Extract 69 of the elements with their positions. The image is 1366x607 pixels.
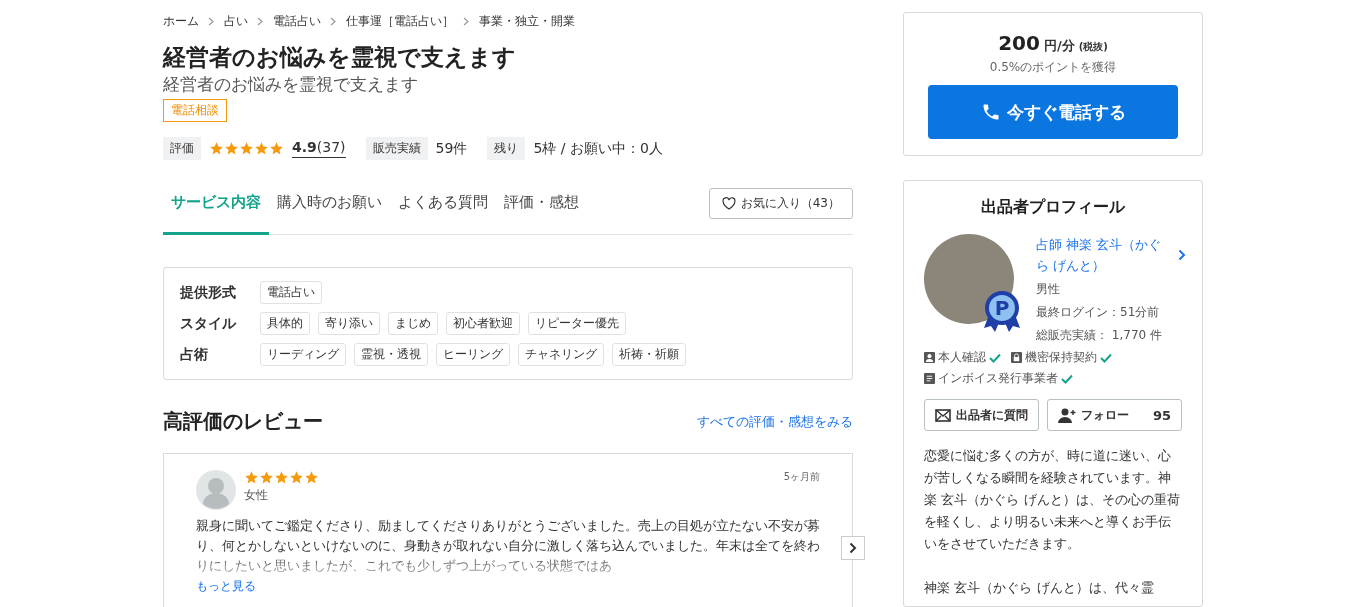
profile-heading: 出品者プロフィール [980, 197, 1126, 218]
reviewer-gender: 女性 [244, 487, 269, 504]
page-title: 経営者のお悩みを霊視で支えます [163, 43, 517, 72]
stat-value: 5枠 / お願い中：0人 [533, 139, 663, 158]
favorite-button[interactable]: お気に入り（43） [708, 187, 853, 219]
feature-label: 占術 [180, 345, 209, 364]
feature-label: 提供形式 [180, 283, 237, 302]
tab[interactable]: 評価・感想 [496, 185, 587, 235]
feature-tag: まじめ [388, 312, 438, 335]
breadcrumb-separator-icon [463, 17, 470, 26]
breadcrumb-separator-icon [330, 17, 337, 26]
stat-label: 残り [487, 137, 526, 160]
stat-label: 販売実績 [365, 137, 428, 160]
ask-seller-button[interactable]: 出品者に質問 [924, 399, 1039, 431]
seller-name-link[interactable]: 占師 神楽 玄斗（かぐら げんと） [1036, 234, 1164, 276]
seller-bio: 神楽 玄斗（かぐら げんと）は、代々霊 [924, 579, 1155, 597]
feature-tag: 電話占い [260, 281, 322, 304]
next-button[interactable] [841, 536, 865, 560]
feature-tag: ヒーリング [436, 343, 510, 366]
feature-tag: チャネリング [518, 343, 604, 366]
price-unit: 円/分 [1043, 37, 1075, 55]
lock-icon [1011, 352, 1022, 363]
feature-tag: 霊視・透視 [354, 343, 428, 366]
tax-note: (税抜) [1078, 40, 1108, 54]
breadcrumb-link[interactable]: 事業・独立・開業 [479, 13, 575, 30]
seller-gender: 男性 [1036, 281, 1061, 298]
tab[interactable]: 購入時のお願い [269, 185, 390, 235]
section-heading: 高評価のレビュー [163, 408, 323, 435]
person-icon [924, 352, 935, 363]
envelope-icon [935, 408, 951, 422]
call-button[interactable]: 今すぐ電話する [928, 85, 1178, 139]
add-person-icon [1058, 407, 1076, 423]
verification-label: 機密保持契約 [1025, 349, 1097, 366]
feature-tag: リーディング [260, 343, 346, 366]
breadcrumb-link[interactable]: ホーム [163, 13, 199, 30]
feature-tag: リピーター優先 [528, 312, 626, 335]
feature-tag: 初心者歓迎 [446, 312, 520, 335]
review-text: 親身に聞いてご鑑定くださり、励ましてくださりありがとうございました。売上の目処が立たない不安が募り、何とかしないといけないのに、身動きが取れない自分に激しく落ち込んでいました。年末は全てを終わりにしたいと思いましたが、これでも少しずつ上がっている状態ではあ [196, 517, 820, 575]
rating-link[interactable]: 4.9(37) [292, 139, 346, 158]
stat-label: 評価 [163, 137, 201, 160]
follow-button[interactable]: フォロー 95 [1047, 399, 1182, 431]
verification-label: 本人確認 [938, 349, 986, 366]
breadcrumb-link[interactable]: 仕事運［電話占い］ [346, 13, 454, 30]
verification-label: インボイス発行事業者 [938, 370, 1058, 387]
feature-label: スタイル [180, 314, 237, 333]
feature-tag: 具体的 [260, 312, 310, 335]
total-sales: 総販売実績： 1,770 件 [1036, 327, 1163, 344]
all-reviews-link[interactable]: すべての評価・感想をみる [697, 412, 853, 431]
breadcrumb-link[interactable]: 占い [224, 13, 248, 30]
stat-value: 59件 [435, 139, 468, 158]
review-time: 5ヶ月前 [783, 470, 820, 484]
breadcrumb-separator-icon [208, 17, 215, 26]
breadcrumb-separator-icon [257, 17, 264, 26]
page-subtitle: 経営者のお悩みを霊視で支えます [163, 73, 419, 96]
seller-bio: 恋愛に悩む多くの方が、時に道に迷い、心が苦しくなる瞬間を経験されています。神楽 玄斗（かぐら げんと）は、その心の重荷を軽くし、より明るい未来へと導くお手伝いをさせていただきます。 [924, 447, 1181, 553]
tab[interactable]: よくある質問 [390, 185, 496, 235]
category-tag: 電話相談 [163, 99, 227, 122]
heart-icon [721, 196, 736, 210]
feature-tag: 寄り添い [318, 312, 380, 335]
chevron-right-icon[interactable] [1178, 249, 1186, 261]
feature-tag: 祈祷・祈願 [612, 343, 686, 366]
chevron-right-icon [849, 542, 857, 554]
points-note: 0.5%のポイントを獲得 [989, 59, 1117, 76]
breadcrumb-link[interactable]: 電話占い [273, 13, 321, 30]
last-login: 最終ログイン：51分前 [1036, 304, 1161, 321]
price-amount: 200 [998, 31, 1040, 55]
avatar-icon [196, 470, 236, 510]
document-icon [924, 373, 935, 384]
read-more-link[interactable]: もっと見る [196, 578, 820, 595]
